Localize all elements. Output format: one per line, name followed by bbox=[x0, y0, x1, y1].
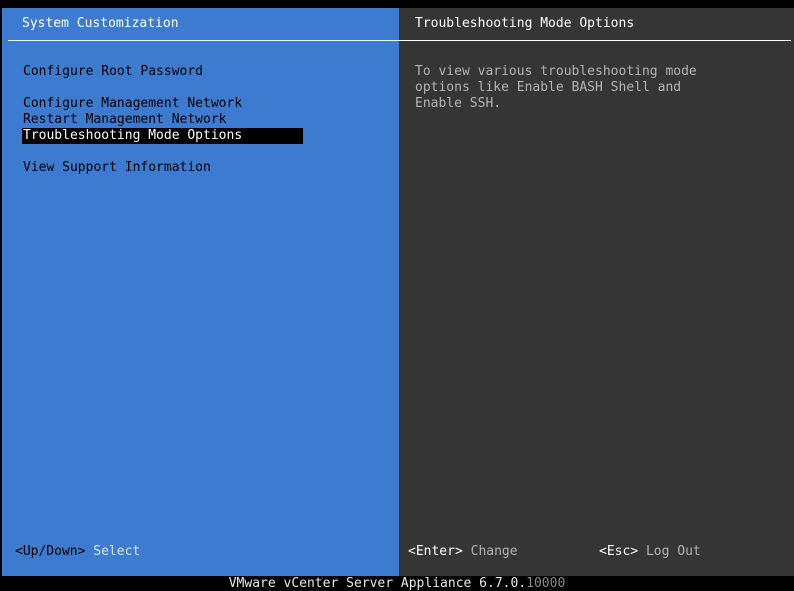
enter-key: <Enter> bbox=[408, 544, 463, 559]
menu-item-troubleshooting-mode-options[interactable]: Troubleshooting Mode Options bbox=[22, 128, 303, 144]
menu-item-configure-root-password[interactable]: Configure Root Password bbox=[22, 64, 303, 80]
esc-logout-hint[interactable]: <Esc> Log Out bbox=[599, 544, 701, 560]
dcui-screen: System Customization Configure Root Pass… bbox=[0, 0, 794, 591]
left-pane-divider bbox=[8, 40, 399, 41]
logout-action: Log Out bbox=[645, 544, 701, 559]
system-customization-pane: System Customization Configure Root Pass… bbox=[2, 8, 399, 576]
updown-key: <Up/Down> bbox=[15, 544, 86, 559]
menu-spacer bbox=[22, 80, 303, 96]
product-footer: VMware vCenter Server Appliance 6.7.0.10… bbox=[0, 576, 794, 591]
customization-menu: Configure Root Password Configure Manage… bbox=[22, 64, 303, 176]
build-number: 10000 bbox=[526, 576, 566, 591]
menu-item-restart-management-network[interactable]: Restart Management Network bbox=[22, 112, 303, 128]
menu-spacer bbox=[22, 144, 303, 160]
right-pane-divider bbox=[399, 40, 791, 41]
details-pane: Troubleshooting Mode Options To view var… bbox=[399, 8, 794, 576]
option-description: To view various troubleshooting mode opt… bbox=[415, 64, 697, 111]
right-pane-title: Troubleshooting Mode Options bbox=[415, 16, 635, 31]
esc-key: <Esc> bbox=[599, 544, 639, 559]
select-action: Select bbox=[93, 544, 141, 559]
menu-item-configure-management-network[interactable]: Configure Management Network bbox=[22, 96, 303, 112]
change-action: Change bbox=[470, 544, 518, 559]
enter-change-hint[interactable]: <Enter> Change bbox=[408, 544, 518, 560]
left-pane-title: System Customization bbox=[22, 16, 179, 31]
product-name: VMware vCenter Server Appliance 6.7.0. bbox=[228, 576, 527, 591]
menu-item-view-support-information[interactable]: View Support Information bbox=[22, 160, 303, 176]
updown-select-hint: <Up/Down> Select bbox=[15, 544, 140, 560]
top-strip bbox=[0, 0, 794, 8]
